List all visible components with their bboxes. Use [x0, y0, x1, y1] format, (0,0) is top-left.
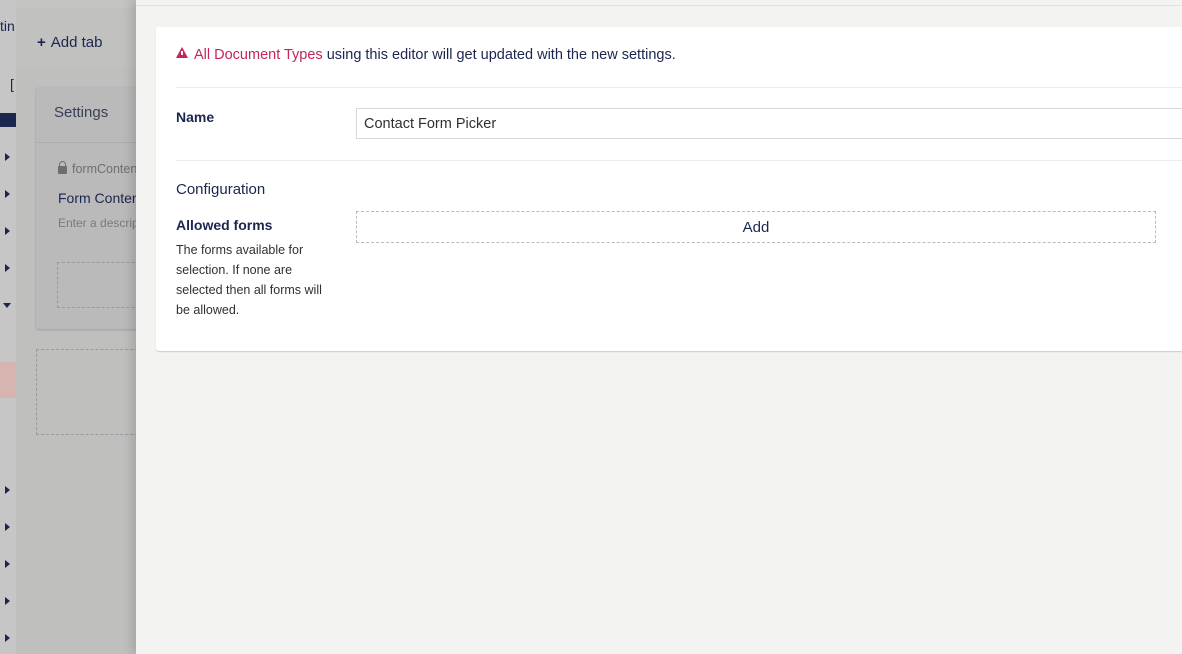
background-doctype-editor: + Add tab Settings formContent Form Conte… — [16, 0, 136, 654]
tree-cut-text: tin — [0, 18, 15, 34]
settings-card: All Document Types using this editor wil… — [156, 27, 1182, 351]
overlay-header — [136, 0, 1182, 6]
add-property-dropzone[interactable] — [57, 262, 136, 308]
update-notice: All Document Types using this editor wil… — [176, 47, 676, 63]
tree-cut-text-2: [ — [10, 76, 14, 92]
property-name[interactable]: Form Content — [58, 190, 136, 206]
divider — [176, 160, 1182, 161]
folder-icon — [0, 113, 16, 127]
caret-right-icon[interactable] — [5, 523, 10, 531]
caret-right-icon[interactable] — [5, 560, 10, 568]
add-allowed-form-button[interactable]: Add — [356, 211, 1156, 243]
divider — [36, 142, 136, 143]
divider — [176, 87, 1182, 88]
caret-down-icon[interactable] — [3, 303, 11, 308]
datatype-settings-overlay: All Document Types using this editor wil… — [136, 0, 1182, 654]
name-label: Name — [176, 109, 215, 125]
all-document-types-link[interactable]: All Document Types — [194, 47, 323, 63]
caret-right-icon[interactable] — [5, 486, 10, 494]
allowed-forms-label: Allowed forms — [176, 217, 273, 233]
allowed-forms-description: The forms available for selection. If no… — [176, 243, 322, 317]
add-group-dropzone[interactable] — [36, 349, 136, 435]
add-tab-label: Add tab — [50, 34, 103, 51]
tree-item-highlight[interactable] — [0, 362, 16, 398]
property-description[interactable]: Enter a description... — [58, 216, 136, 230]
configuration-title: Configuration — [176, 181, 266, 198]
plus-icon: + — [37, 34, 46, 51]
settings-group-title[interactable]: Settings — [54, 104, 108, 121]
caret-right-icon[interactable] — [5, 190, 10, 198]
caret-right-icon[interactable] — [5, 264, 10, 272]
tabs-row: + Add tab — [16, 8, 136, 68]
property-alias-text: formContent — [72, 162, 136, 176]
name-input[interactable] — [356, 108, 1182, 139]
caret-right-icon[interactable] — [5, 634, 10, 642]
property-alias: formContent — [58, 161, 136, 176]
settings-group-card: Settings formContent Form Content Enter … — [36, 87, 136, 329]
caret-right-icon[interactable] — [5, 227, 10, 235]
caret-right-icon[interactable] — [5, 153, 10, 161]
caret-right-icon[interactable] — [5, 597, 10, 605]
add-tab-button[interactable]: + Add tab — [37, 34, 102, 51]
notice-text: using this editor will get updated with … — [322, 47, 676, 63]
content-tree-strip: tin [ — [0, 0, 16, 654]
background-topbar — [16, 0, 136, 8]
lock-icon[interactable] — [58, 161, 67, 174]
alert-icon — [176, 47, 188, 58]
